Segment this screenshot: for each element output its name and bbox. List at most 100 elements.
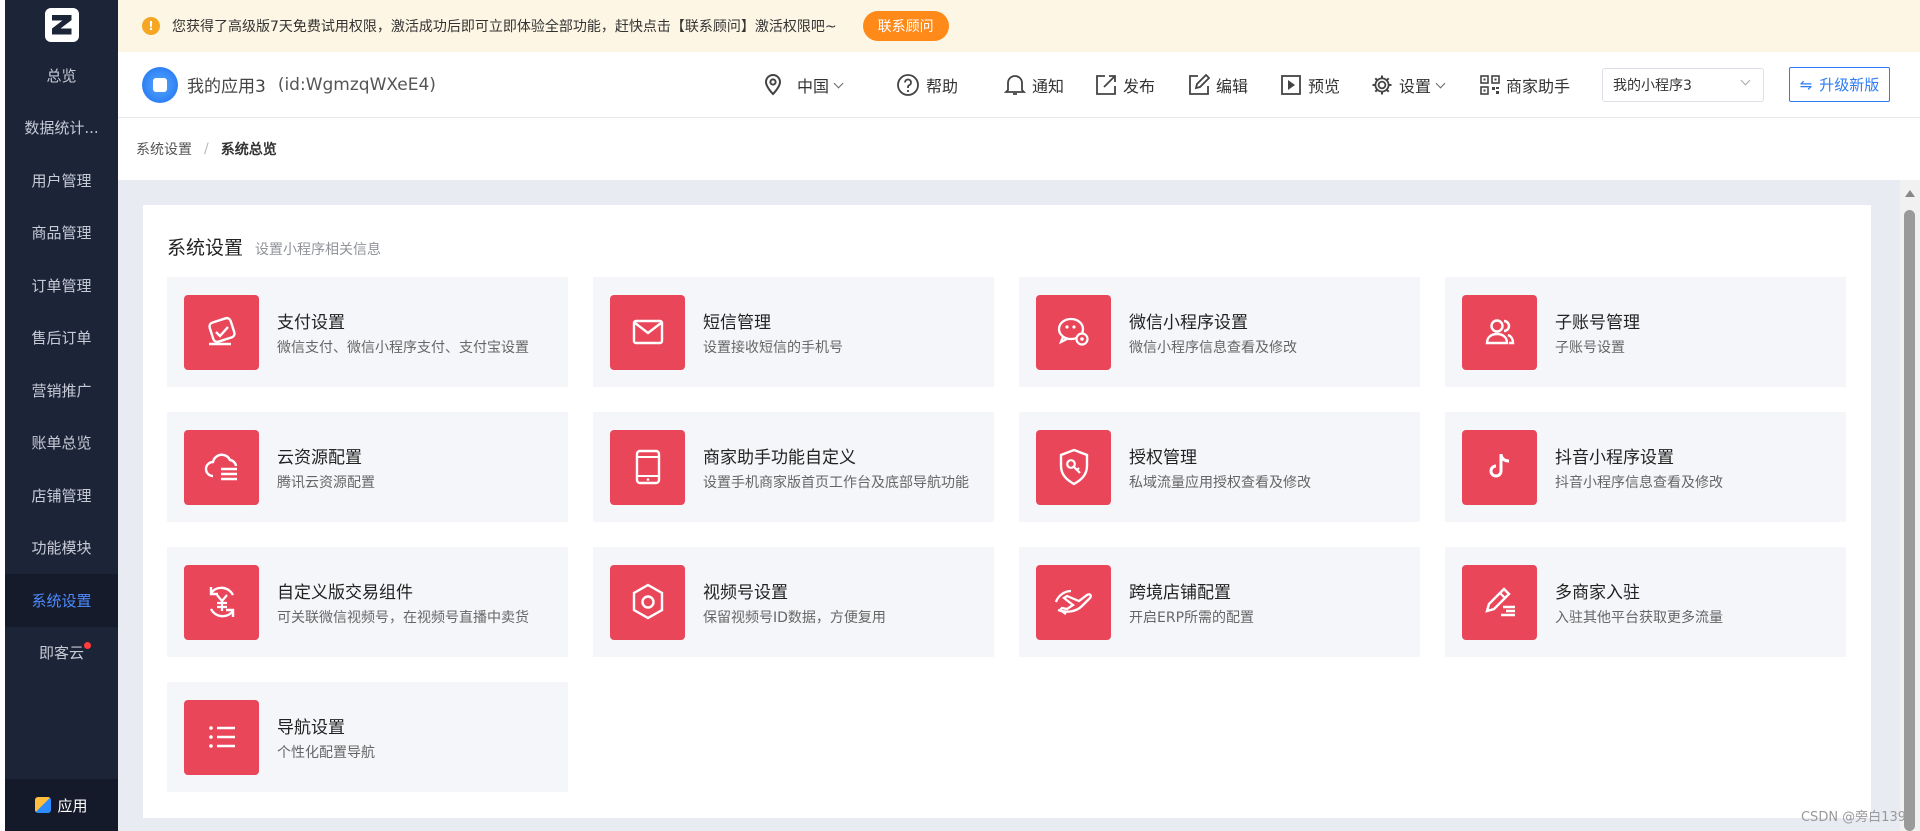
payment-icon	[184, 294, 259, 370]
sidebar-item-overview[interactable]: 总览	[5, 49, 118, 102]
edit-button[interactable]: 编辑	[1188, 52, 1248, 118]
apps-label: 应用	[57, 796, 88, 815]
bell-icon	[1004, 75, 1026, 95]
notification-dot	[84, 641, 91, 649]
card-desc: 微信小程序信息查看及修改	[1129, 340, 1297, 356]
card-custom-trade-component[interactable]: 自定义版交易组件 可关联微信视频号，在视频号直播中卖货	[167, 547, 568, 657]
sidebar-item-label: 即客云	[38, 644, 84, 663]
gear-icon	[1372, 75, 1392, 95]
tablet-icon	[610, 429, 685, 505]
notify-label: 通知	[1032, 77, 1065, 96]
card-navigation-settings[interactable]: 导航设置 个性化配置导航	[167, 682, 568, 792]
sidebar: 总览 数据统计... 用户管理 商品管理 订单管理 售后订单 营销推广 账单总览…	[5, 0, 118, 831]
preview-button[interactable]: 预览	[1280, 52, 1340, 118]
card-douyin-mini-settings[interactable]: 抖音小程序设置 抖音小程序信息查看及修改	[1445, 412, 1846, 522]
notify-button[interactable]: 通知	[1004, 52, 1064, 118]
card-title: 云资源配置	[277, 448, 362, 468]
sidebar-item-after-sales[interactable]: 售后订单	[5, 312, 118, 365]
card-sub-accounts[interactable]: 子账号管理 子账号设置	[1445, 277, 1846, 387]
app-name: 我的应用3	[187, 77, 266, 97]
sidebar-item-data-stats[interactable]: 数据统计...	[5, 102, 118, 155]
sidebar-item-users[interactable]: 用户管理	[5, 154, 118, 207]
sidebar-item-billing[interactable]: 账单总览	[5, 417, 118, 470]
card-cross-border-store[interactable]: 跨境店铺配置开启ERP所需的配置	[1019, 547, 1420, 657]
hexagon-icon	[610, 564, 685, 640]
card-channels-settings[interactable]: 视频号设置 保留视频号ID数据，方便复用	[593, 547, 994, 657]
card-desc: 腾讯云资源配置	[277, 475, 375, 491]
top-header: 我的应用3 (id:WgmzqWXeE4) 中国 帮助 通知 发布 编辑 预览 …	[118, 52, 1920, 118]
card-desc: 设置接收短信的手机号	[703, 340, 843, 356]
notice-text: 您获得了高级版7天免费试用权限，激活成功后即可立即体验全部功能，赶快点击【联系顾…	[172, 19, 837, 35]
sidebar-item-system-settings[interactable]: 系统设置	[5, 574, 118, 627]
card-merchant-helper-custom[interactable]: 商家助手功能自定义 设置手机商家版首页工作台及底部导航功能	[593, 412, 994, 522]
scroll-up-arrow-icon[interactable]	[1905, 190, 1915, 197]
publish-label: 发布	[1123, 77, 1156, 96]
sidebar-item-jikeyun[interactable]: 即客云	[5, 627, 118, 680]
card-desc: 开启ERP所需的配置	[1129, 610, 1255, 626]
qr-code-icon	[1480, 75, 1500, 95]
sidebar-item-products[interactable]: 商品管理	[5, 207, 118, 260]
watermark: CSDN @旁白139	[1800, 810, 1906, 825]
vertical-scrollbar[interactable]	[1900, 180, 1920, 831]
plane-icon	[1036, 564, 1111, 640]
help-button[interactable]: 帮助	[896, 52, 958, 118]
card-multi-merchant[interactable]: 多商家入驻入驻其他平台获取更多流量	[1445, 547, 1846, 657]
sidebar-item-modules[interactable]: 功能模块	[5, 522, 118, 575]
sidebar-nav: 总览 数据统计... 用户管理 商品管理 订单管理 售后订单 营销推广 账单总览…	[5, 49, 118, 679]
card-authorization[interactable]: 授权管理 私域流量应用授权查看及修改	[1019, 412, 1420, 522]
card-title: 跨境店铺配置	[1129, 583, 1231, 603]
card-desc: 个性化配置导航	[277, 745, 375, 761]
page-title: 系统设置	[167, 237, 244, 259]
region-selector[interactable]: 中国	[763, 52, 844, 118]
contact-advisor-button[interactable]: 联系顾问	[862, 11, 949, 41]
settings-dropdown[interactable]: 设置	[1371, 52, 1446, 118]
card-title: 视频号设置	[703, 583, 788, 603]
chevron-down-icon	[1435, 78, 1446, 88]
settings-label: 设置	[1399, 77, 1432, 96]
card-payment-settings[interactable]: 支付设置 微信支付、微信小程序支付、支付宝设置	[167, 277, 568, 387]
merchant-helper-button[interactable]: 商家助手	[1480, 52, 1570, 118]
card-title: 多商家入驻	[1555, 583, 1640, 603]
card-sms-management[interactable]: 短信管理设置接收短信的手机号	[593, 277, 994, 387]
card-cloud-resources[interactable]: 云资源配置腾讯云资源配置	[167, 412, 568, 522]
breadcrumb: 系统设置 / 系统总览	[118, 118, 1920, 180]
app-id: (id:WgmzqWXeE4)	[277, 74, 436, 95]
card-wechat-mini-settings[interactable]: 微信小程序设置微信小程序信息查看及修改	[1019, 277, 1420, 387]
brand-logo[interactable]	[5, 0, 118, 49]
page-subtitle: 设置小程序相关信息	[255, 242, 382, 258]
location-pin-icon	[764, 74, 782, 96]
merchant-helper-label: 商家助手	[1506, 77, 1571, 96]
yuan-cycle-icon	[184, 564, 259, 640]
sidebar-item-orders[interactable]: 订单管理	[5, 259, 118, 312]
settings-panel: 系统设置 设置小程序相关信息 支付设置 微信支付、微信小程序支付、支付宝设置 短信…	[143, 205, 1871, 818]
cube-icon	[35, 797, 52, 813]
card-title: 抖音小程序设置	[1555, 448, 1674, 468]
scrollbar-thumb[interactable]	[1904, 210, 1915, 831]
breadcrumb-separator: /	[204, 141, 209, 157]
card-desc: 私域流量应用授权查看及修改	[1129, 475, 1311, 491]
app-avatar	[142, 66, 178, 103]
card-title: 自定义版交易组件	[277, 583, 413, 603]
mini-program-select[interactable]: 我的小程序3	[1602, 68, 1764, 102]
trial-notice-bar: ! 您获得了高级版7天免费试用权限，激活成功后即可立即体验全部功能，赶快点击【联…	[118, 0, 1920, 52]
sidebar-item-store[interactable]: 店铺管理	[5, 469, 118, 522]
chevron-down-icon	[833, 78, 844, 88]
card-title: 子账号管理	[1555, 313, 1640, 333]
app-info: 我的应用3 (id:WgmzqWXeE4)	[118, 66, 436, 103]
shield-key-icon	[1036, 429, 1111, 505]
publish-button[interactable]: 发布	[1095, 52, 1155, 118]
chevron-down-icon	[1740, 75, 1751, 86]
card-desc: 入驻其他平台获取更多流量	[1555, 610, 1723, 626]
sidebar-item-marketing[interactable]: 营销推广	[5, 364, 118, 417]
card-title: 短信管理	[703, 313, 771, 333]
breadcrumb-parent[interactable]: 系统设置	[136, 139, 192, 159]
upgrade-button[interactable]: ⇋ 升级新版	[1789, 67, 1890, 102]
upgrade-label: 升级新版	[1819, 76, 1880, 94]
card-desc: 设置手机商家版首页工作台及底部导航功能	[703, 475, 969, 491]
wechat-settings-icon	[1036, 294, 1111, 370]
help-icon	[897, 74, 919, 96]
mail-icon	[610, 294, 685, 370]
tiktok-icon	[1462, 429, 1537, 505]
apps-button[interactable]: 应用	[5, 779, 118, 831]
card-title: 微信小程序设置	[1129, 313, 1248, 333]
